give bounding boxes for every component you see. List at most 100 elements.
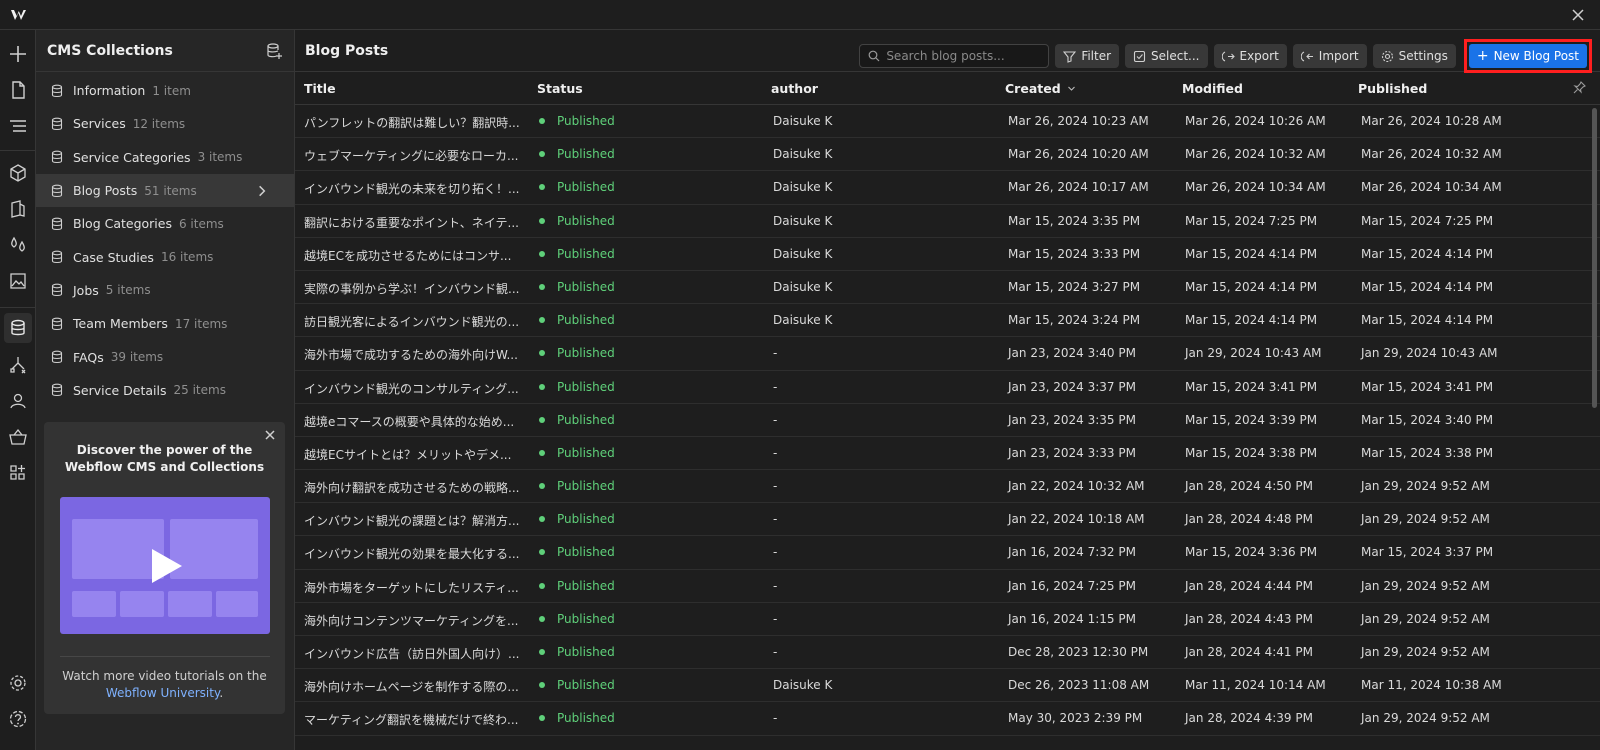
cell-title: 翻訳における重要なポイント、ネイテ...	[304, 215, 519, 230]
components-icon[interactable]	[6, 161, 30, 185]
settings-button[interactable]: Settings	[1372, 44, 1456, 68]
pin-icon[interactable]	[1573, 81, 1586, 94]
navigator-icon[interactable]	[6, 114, 30, 138]
status-dot-icon	[539, 549, 545, 556]
table-row[interactable]: ウェブマーケティングに必要なローカ... Published Daisuke K Ma…	[295, 138, 1600, 172]
cell-author: -	[773, 512, 778, 527]
users-icon[interactable]	[6, 389, 30, 413]
search-box[interactable]	[859, 44, 1050, 68]
collection-item[interactable]: Services 12 items	[36, 107, 294, 140]
cell-published: Mar 15, 2024 7:25 PM	[1361, 213, 1494, 228]
variables-icon[interactable]	[6, 197, 30, 221]
collection-item[interactable]: Service Details 25 items	[36, 374, 294, 407]
status-dot-icon	[539, 217, 545, 224]
cell-author: -	[773, 379, 778, 394]
filter-button[interactable]: Filter	[1055, 44, 1120, 68]
cell-published: Mar 11, 2024 10:38 AM	[1361, 678, 1502, 693]
table-row[interactable]: 翻訳における重要なポイント、ネイテ... Published Daisuke K Ma…	[295, 205, 1600, 238]
status-dot-icon	[539, 350, 545, 357]
table-row[interactable]: マーケティング翻訳を機械だけで終わ... Published - May 30, 20…	[295, 702, 1600, 736]
import-button[interactable]: Import	[1292, 44, 1367, 68]
table-row[interactable]: 海外市場で成功するための海外向けW... Published - Jan 23, 20…	[295, 337, 1600, 371]
collection-name: Information	[73, 83, 146, 99]
cell-modified: Mar 26, 2024 10:26 AM	[1185, 114, 1326, 128]
table-row[interactable]: 実際の事例から学ぶ！インバウンド観... Published Daisuke K Ma…	[295, 271, 1600, 305]
cell-status: Published	[539, 579, 615, 593]
cell-status: Published	[539, 512, 615, 526]
assets-icon[interactable]	[6, 269, 30, 293]
add-icon[interactable]	[6, 42, 30, 66]
table-row[interactable]: インバウンド観光の課題とは？解消方... Published - Jan 22, 20…	[295, 503, 1600, 537]
column-created[interactable]: Created	[1005, 81, 1076, 96]
cell-title: 海外市場をターゲットにしたリスティ...	[304, 580, 519, 595]
cell-published: Mar 15, 2024 3:41 PM	[1361, 379, 1494, 394]
collection-item[interactable]: Team Members 17 items	[36, 307, 294, 340]
cell-created: Mar 15, 2024 3:33 PM	[1008, 246, 1141, 261]
cell-published: Mar 26, 2024 10:34 AM	[1361, 180, 1502, 195]
promo-video[interactable]	[60, 497, 270, 634]
logic-icon[interactable]	[6, 353, 30, 377]
webflow-university-link[interactable]: Webflow University	[106, 686, 220, 700]
column-published[interactable]: Published	[1358, 81, 1427, 96]
collection-item[interactable]: Blog Posts 51 items	[36, 173, 294, 208]
apps-icon[interactable]	[6, 461, 30, 485]
search-input[interactable]	[886, 49, 1037, 63]
column-title[interactable]: Title	[304, 81, 336, 96]
cell-modified: Mar 15, 2024 4:14 PM	[1185, 246, 1318, 261]
collection-item[interactable]: FAQs 39 items	[36, 340, 294, 373]
collection-count: 3 items	[197, 150, 243, 165]
collection-database-icon	[51, 317, 63, 330]
collection-item[interactable]: Service Categories 3 items	[36, 141, 294, 174]
collection-database-icon	[51, 250, 63, 264]
select-button[interactable]: Select...	[1125, 44, 1208, 68]
cell-status: Published	[539, 545, 615, 559]
page-icon[interactable]	[6, 78, 30, 102]
style-drops-icon[interactable]	[6, 233, 30, 257]
collection-database-icon	[51, 284, 63, 297]
ecommerce-icon[interactable]	[6, 425, 30, 449]
table-row[interactable]: 海外向け翻訳を成功させるための戦略... Published - Jan 22, 20…	[295, 470, 1600, 504]
export-button[interactable]: Export	[1213, 44, 1287, 68]
cell-created: Jan 16, 2024 7:32 PM	[1008, 545, 1136, 560]
table-row[interactable]: 海外向けホームページを制作する際の... Published Daisuke K De…	[295, 669, 1600, 703]
table-row[interactable]: 海外向けコンテンツマーケティングを... Published - Jan 16, 20…	[295, 603, 1600, 636]
cms-icon[interactable]	[4, 313, 32, 343]
collection-item[interactable]: Case Studies 16 items	[36, 240, 294, 273]
settings-gear-icon[interactable]	[6, 671, 30, 695]
table-row[interactable]: 越境ECサイトとは？メリットやデメ... Published - Jan 23, 20…	[295, 437, 1600, 471]
column-status[interactable]: Status	[537, 81, 583, 96]
close-icon[interactable]	[1570, 7, 1586, 23]
help-icon[interactable]	[6, 707, 30, 731]
add-collection-icon[interactable]	[265, 42, 283, 60]
gear-icon	[1381, 50, 1393, 62]
cell-created: Jan 23, 2024 3:33 PM	[1008, 445, 1136, 460]
table-row[interactable]: インバウンド観光の効果を最大化する... Published - Jan 16, 20…	[295, 536, 1600, 570]
cell-author: -	[773, 645, 778, 659]
table-row[interactable]: 越境eコマースの概要や具体的な始め... Published - Jan 23, 20…	[295, 404, 1600, 437]
cell-status: Published	[539, 280, 615, 294]
cell-published: Mar 26, 2024 10:32 AM	[1361, 147, 1502, 162]
promo-close-icon[interactable]	[263, 428, 277, 442]
collection-item[interactable]: Information 1 item	[36, 74, 294, 107]
cell-title: インバウンド観光のコンサルティング...	[304, 381, 519, 396]
column-author[interactable]: author	[771, 81, 818, 96]
toolbar: Filter Select... Export Import Settings …	[859, 39, 1592, 73]
new-blog-post-button[interactable]: + New Blog Post	[1468, 44, 1587, 68]
table-row[interactable]: 訪日観光客によるインバウンド観光の... Published Daisuke K Ma…	[295, 304, 1600, 338]
cell-created: Dec 26, 2023 11:08 AM	[1008, 678, 1150, 693]
table-row[interactable]: インバウンド広告（訪日外国人向け）... Published - Dec 28, 20…	[295, 636, 1600, 670]
column-modified[interactable]: Modified	[1182, 81, 1243, 96]
cell-published: Jan 29, 2024 10:43 AM	[1361, 346, 1498, 361]
table-row[interactable]: 海外市場をターゲットにしたリスティ... Published - Jan 16, 20…	[295, 570, 1600, 603]
collection-item[interactable]: Jobs 5 items	[36, 274, 294, 307]
cell-author: -	[773, 346, 778, 361]
table-row[interactable]: パンフレットの翻訳は難しい？翻訳時... Published Daisuke K Ma…	[295, 105, 1600, 139]
table-row[interactable]: インバウンド観光のコンサルティング... Published - Jan 23, 20…	[295, 371, 1600, 404]
table-row[interactable]: インバウンド観光の未来を切り拓く！... Published Daisuke K Ma…	[295, 171, 1600, 205]
collection-item[interactable]: Blog Categories 6 items	[36, 207, 294, 240]
scrollbar[interactable]	[1592, 108, 1597, 408]
play-icon[interactable]	[150, 547, 184, 585]
table-row[interactable]: 越境ECを成功させるためにはコンサ... Published Daisuke K Ma…	[295, 238, 1600, 271]
checkbox-icon	[1133, 50, 1146, 62]
webflow-logo-icon[interactable]	[10, 7, 32, 23]
